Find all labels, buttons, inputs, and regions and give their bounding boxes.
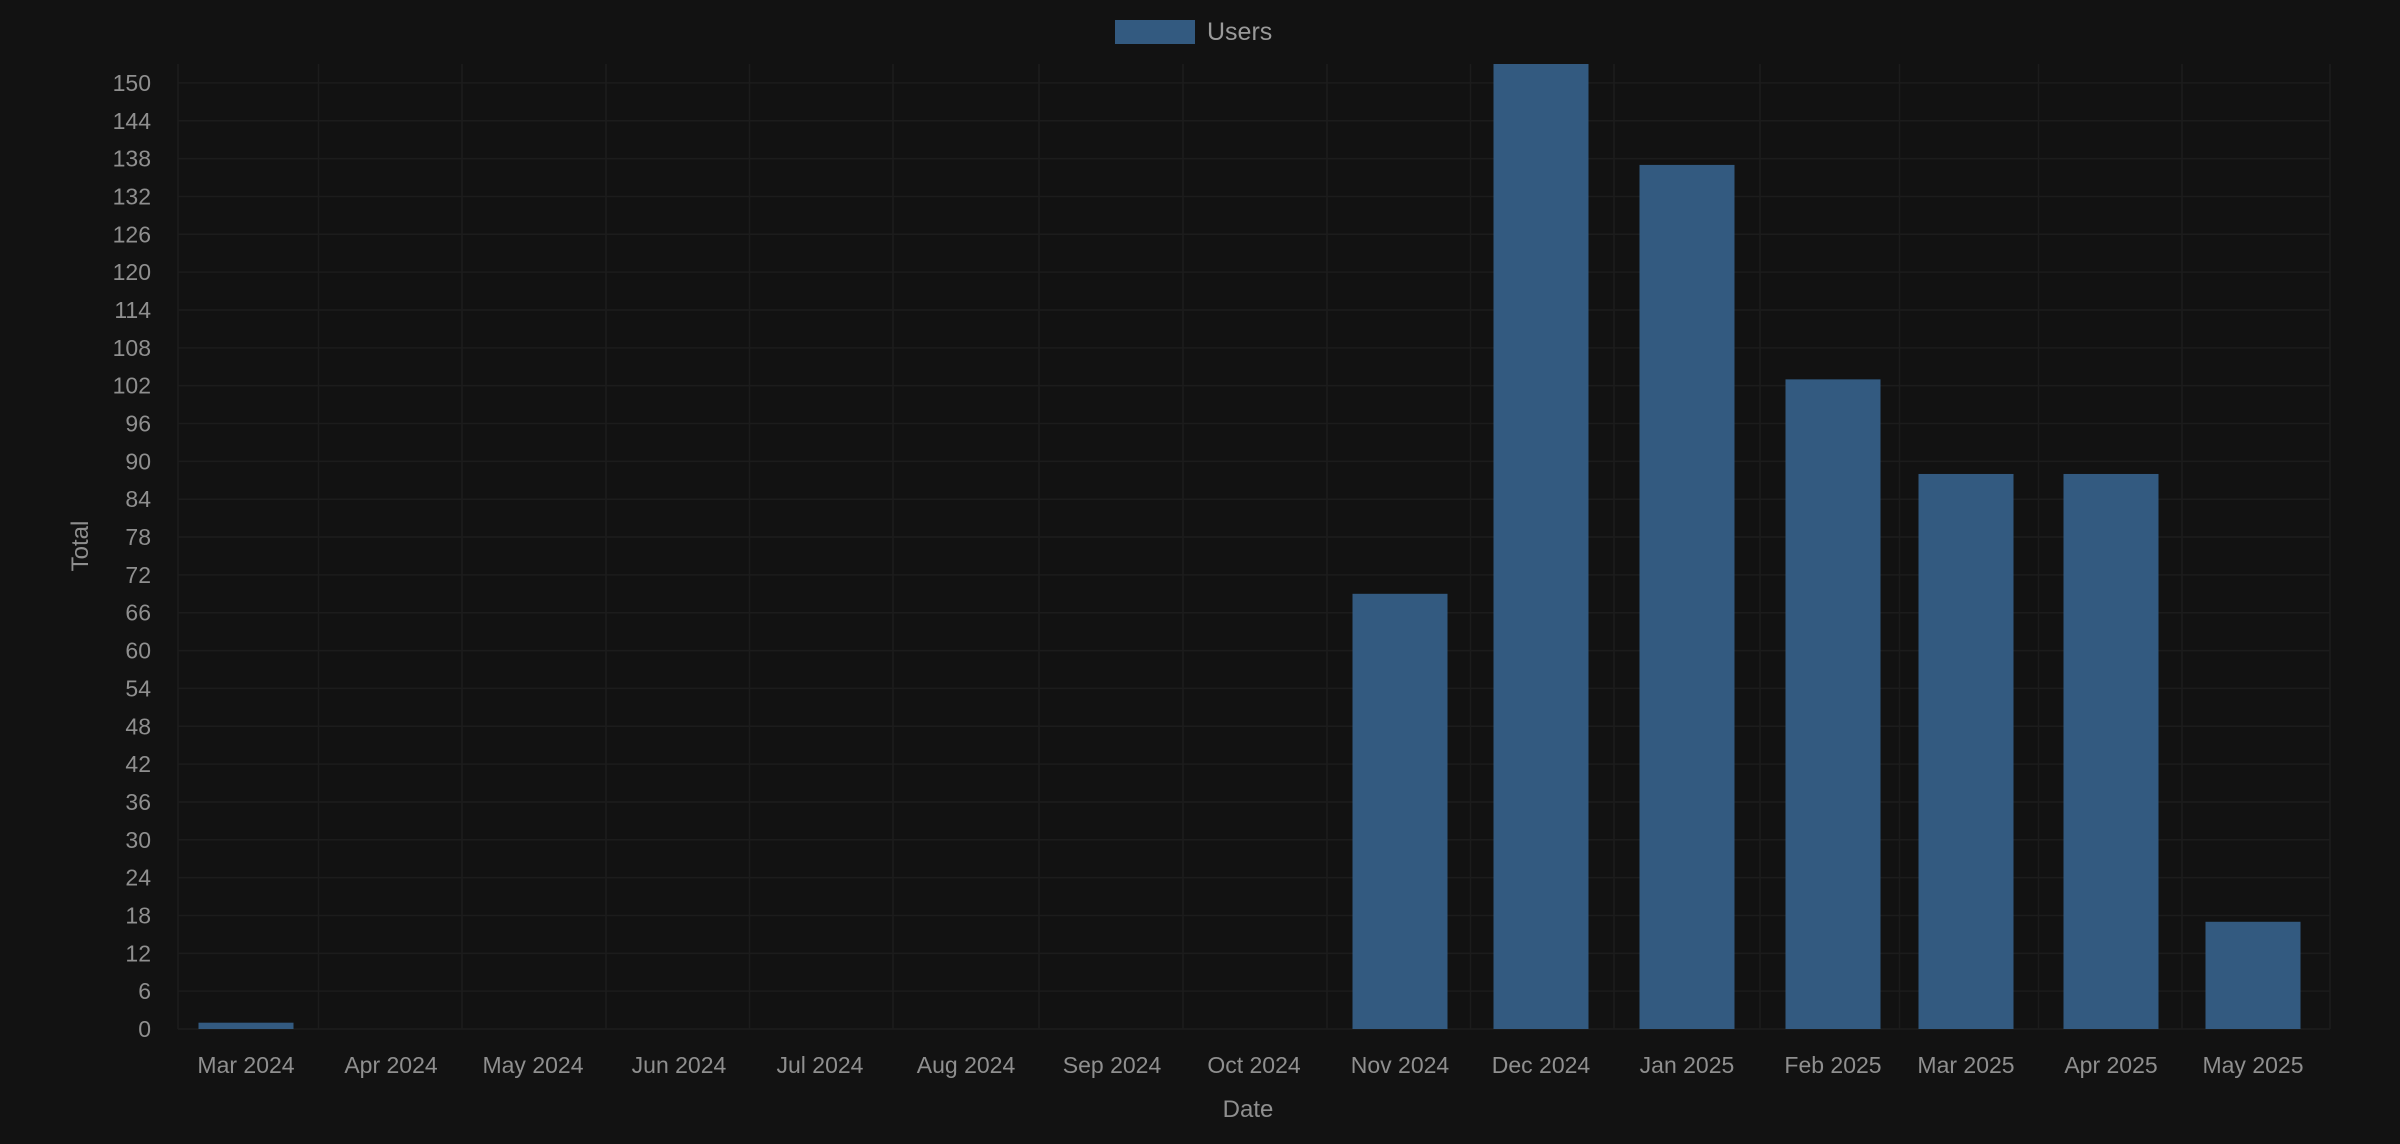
bar-apr-2025[interactable]: [2063, 473, 2159, 1030]
x-tick-label: Aug 2024: [917, 1052, 1016, 1078]
chart: 0 6 12 18 24 30 36 42 48 54 60 66 72 78 84 90 96 102 108 11…: [0, 0, 2400, 1144]
y-tick-label: 132: [113, 183, 151, 209]
bar-feb-2025[interactable]: [1785, 379, 1881, 1029]
bar-chart: 0 6 12 18 24 30 36 42 48 54 60 66 72 78 84 90 96 102 108 11…: [67, 18, 2331, 1123]
y-tick-label: 36: [125, 789, 151, 815]
x-axis-title: Date: [1223, 1096, 1274, 1123]
y-tick-label: 90: [125, 448, 151, 474]
x-tick-label: Mar 2024: [197, 1052, 294, 1078]
x-tick-label: Oct 2024: [1207, 1052, 1301, 1078]
bars: [198, 64, 2301, 1030]
y-tick-label: 126: [113, 221, 151, 247]
y-tick-label: 96: [125, 411, 151, 437]
y-axis-title: Total: [67, 521, 94, 572]
y-tick-label: 24: [125, 865, 151, 891]
x-tick-label: Nov 2024: [1351, 1052, 1450, 1078]
y-tick-label: 42: [125, 751, 151, 777]
x-tick-label: Jan 2025: [1640, 1052, 1735, 1078]
bar-jan-2025[interactable]: [1639, 164, 1735, 1029]
y-tick-label: 78: [125, 524, 151, 550]
y-tick-label: 102: [113, 373, 151, 399]
x-tick-label: Dec 2024: [1492, 1052, 1591, 1078]
x-tick-label: May 2024: [482, 1052, 583, 1078]
y-tick-label: 144: [113, 108, 152, 134]
x-tick-label: Jun 2024: [632, 1052, 727, 1078]
y-tick-label: 60: [125, 638, 151, 664]
x-tick-label: Mar 2025: [1917, 1052, 2014, 1078]
x-tick-label: May 2025: [2202, 1052, 2303, 1078]
bar-may-2025[interactable]: [2205, 921, 2301, 1029]
y-tick-label: 18: [125, 902, 151, 928]
y-tick-label: 114: [114, 297, 151, 323]
y-tick-label: 84: [125, 486, 151, 512]
bar-dec-2024[interactable]: [1493, 64, 1589, 1029]
bar-mar-2025[interactable]: [1918, 473, 2014, 1030]
y-tick-label: 0: [138, 1016, 151, 1042]
x-tick-label: Feb 2025: [1784, 1052, 1881, 1078]
y-tick-label: 54: [125, 675, 151, 701]
y-tick-label: 138: [113, 146, 151, 172]
x-tick-label: Apr 2025: [2064, 1052, 2157, 1078]
y-tick-label: 120: [113, 259, 151, 285]
y-tick-label: 6: [138, 978, 151, 1004]
y-tick-label: 48: [125, 713, 151, 739]
bar-mar-2024[interactable]: [198, 1022, 294, 1029]
legend[interactable]: Users: [1115, 18, 1272, 46]
x-axis: Mar 2024 Apr 2024 May 2024 Jun 2024 Jul 2024…: [197, 1052, 2303, 1078]
y-tick-label: 72: [125, 562, 151, 588]
x-tick-label: Apr 2024: [344, 1052, 438, 1078]
bar-nov-2024[interactable]: [1352, 593, 1448, 1029]
legend-swatch-users[interactable]: [1115, 20, 1195, 44]
y-tick-label: 66: [125, 600, 151, 626]
legend-label-users[interactable]: Users: [1207, 18, 1272, 46]
y-tick-label: 108: [113, 335, 151, 361]
x-tick-label: Jul 2024: [777, 1052, 864, 1078]
y-tick-label: 150: [113, 70, 151, 96]
y-tick-label: 30: [125, 827, 151, 853]
y-tick-label: 12: [125, 940, 151, 966]
x-tick-label: Sep 2024: [1063, 1052, 1162, 1078]
y-axis: 0 6 12 18 24 30 36 42 48 54 60 66 72 78 84 90 96 102 108 11…: [113, 70, 152, 1042]
